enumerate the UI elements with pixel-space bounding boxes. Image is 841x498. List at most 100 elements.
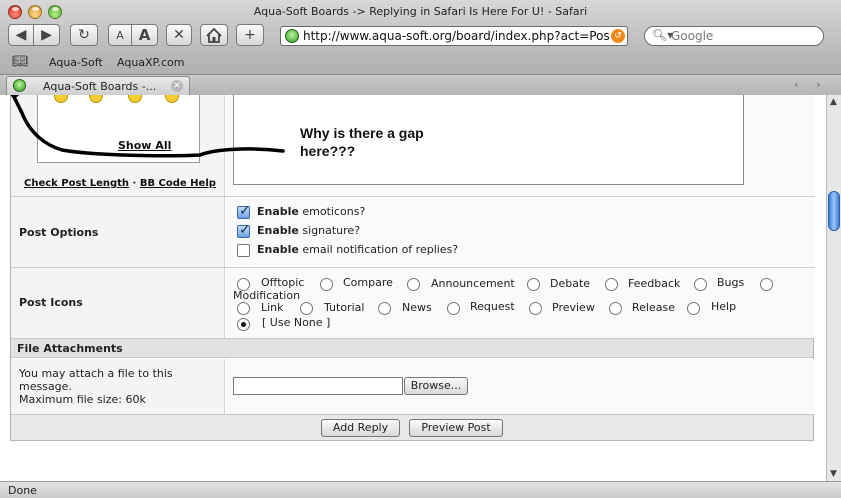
- check-post-length-link[interactable]: Check Post Length: [24, 178, 129, 189]
- tab-bar: Aqua-Soft Boards -... ✕ ‹ ›: [0, 74, 841, 95]
- status-bar: Done: [0, 481, 841, 498]
- page-content: Show All Check Post Length · BB Code Hel…: [0, 95, 826, 481]
- status-text: Done: [8, 484, 37, 497]
- add-bookmark-button[interactable]: +: [236, 24, 264, 46]
- vertical-scrollbar[interactable]: ▲ ▼: [826, 95, 841, 481]
- tab-close-icon[interactable]: ✕: [171, 80, 183, 92]
- post-icons-label: Post Icons: [19, 296, 83, 309]
- address-url[interactable]: http://www.aqua-soft.org/board/index.php…: [303, 29, 609, 43]
- scroll-up-icon[interactable]: ▲: [830, 97, 837, 107]
- email-notification-checkbox[interactable]: [237, 244, 250, 257]
- file-path-input[interactable]: [233, 377, 403, 395]
- text-smaller-button[interactable]: A: [108, 24, 132, 46]
- reload-button[interactable]: ↻: [70, 24, 98, 46]
- post-icon-label-announcement: Announcement: [431, 277, 515, 290]
- enable-signature-checkbox[interactable]: [237, 222, 251, 238]
- post-help-links: Check Post Length · BB Code Help: [24, 178, 216, 189]
- bbcode-help-link[interactable]: BB Code Help: [140, 178, 216, 189]
- post-icon-label-help: Help: [711, 300, 737, 313]
- search-placeholder: Google: [671, 29, 714, 43]
- post-icon-radio-modification[interactable]: [760, 278, 773, 291]
- reload-icon: ↻: [78, 27, 90, 43]
- post-icon-label-news: News: [402, 301, 432, 314]
- site-favicon-icon: [285, 29, 299, 43]
- scrollbar-thumb[interactable]: [828, 191, 840, 231]
- file-attachments-title: File Attachments: [17, 342, 123, 355]
- back-arrow-icon: ◀: [15, 27, 27, 43]
- post-icon-label-debate: Debate: [550, 277, 591, 290]
- annotation-note: Why is there a gap here???: [300, 125, 424, 159]
- post-options-label-cell: Post Options: [11, 197, 225, 267]
- close-window-button[interactable]: [8, 5, 22, 19]
- smiley-icon[interactable]: [89, 95, 103, 103]
- bookmark-aqua-soft[interactable]: Aqua-Soft: [49, 56, 103, 69]
- tab-scroll-right-icon[interactable]: ›: [816, 78, 820, 91]
- link-separator: ·: [132, 178, 137, 189]
- open-book-icon[interactable]: 📖︎: [12, 54, 29, 69]
- stop-icon: ✕: [173, 27, 185, 43]
- add-reply-button[interactable]: Add Reply: [321, 419, 400, 437]
- post-icon-label-link: Link: [261, 301, 284, 314]
- smiley-icon[interactable]: [54, 95, 68, 103]
- post-icon-radio-release[interactable]: [609, 302, 622, 315]
- zoom-window-button[interactable]: [48, 5, 62, 19]
- smiley-icon[interactable]: [128, 95, 142, 103]
- attachment-desc-line: message.: [19, 380, 72, 393]
- post-icon-label-request: Request: [470, 300, 515, 313]
- browse-button[interactable]: Browse...: [404, 377, 468, 395]
- post-icon-radio-tutorial[interactable]: [300, 302, 313, 315]
- post-icon-radio-bugs[interactable]: [694, 278, 707, 291]
- emoticon-box: Show All: [37, 95, 200, 163]
- post-icon-label-tutorial: Tutorial: [324, 301, 365, 314]
- tab-favicon-icon: [13, 79, 26, 92]
- tab-aqua-soft-boards[interactable]: Aqua-Soft Boards -... ✕: [6, 76, 190, 95]
- minimize-window-button[interactable]: [28, 5, 42, 19]
- post-icon-label-release: Release: [632, 301, 675, 314]
- enable-emoticons-checkbox[interactable]: [237, 203, 251, 219]
- window-chrome: Aqua-Soft Boards -> Replying in Safari I…: [0, 0, 841, 95]
- scroll-down-icon[interactable]: ▼: [830, 469, 837, 479]
- bookmarks-bar: 📖︎ Aqua-Soft AquaXP.com: [0, 52, 841, 74]
- plus-icon: +: [244, 27, 256, 43]
- post-icon-radio-feedback[interactable]: [605, 278, 618, 291]
- post-icon-label-offtopic: Offtopic: [261, 276, 305, 289]
- address-bar[interactable]: http://www.aqua-soft.org/board/index.php…: [280, 26, 628, 46]
- post-icon-radio-news[interactable]: [378, 302, 391, 315]
- enable-emoticons-label: Enable emoticons?: [257, 205, 366, 218]
- post-icon-radio-help[interactable]: [687, 302, 700, 315]
- attachment-description: You may attach a file to this message. M…: [19, 367, 219, 406]
- enable-signature-label: Enable signature?: [257, 224, 361, 237]
- post-icon-radio-request[interactable]: [447, 302, 460, 315]
- post-icon-radio-debate[interactable]: [527, 278, 540, 291]
- post-icon-radio-compare[interactable]: [320, 278, 333, 291]
- post-icon-radio-use-none[interactable]: [237, 318, 250, 331]
- post-icon-radio-link[interactable]: [237, 302, 250, 315]
- show-all-emoticons-link[interactable]: Show All: [118, 139, 171, 152]
- stop-button[interactable]: ✕: [166, 24, 192, 46]
- preview-post-button[interactable]: Preview Post: [409, 419, 503, 437]
- post-icon-radio-announcement[interactable]: [407, 278, 420, 291]
- attachment-desc-line: You may attach a file to this: [19, 367, 173, 380]
- email-notification-label: Enable email notification of replies?: [257, 243, 459, 256]
- smiley-icon[interactable]: [165, 95, 179, 103]
- back-button[interactable]: ◀: [8, 24, 34, 46]
- forward-arrow-icon: ▶: [41, 27, 52, 43]
- post-icon-label-bugs: Bugs: [717, 276, 745, 289]
- home-button[interactable]: [200, 24, 228, 46]
- tab-scroll-left-icon[interactable]: ‹: [794, 78, 798, 91]
- tab-title: Aqua-Soft Boards -...: [43, 80, 157, 93]
- post-icon-label-feedback: Feedback: [628, 277, 681, 290]
- post-icon-label-compare: Compare: [343, 276, 393, 289]
- home-icon: [206, 27, 222, 43]
- text-bigger-button[interactable]: A: [132, 24, 158, 46]
- attachment-max-size: Maximum file size: 60k: [19, 393, 146, 406]
- file-attachments-header: File Attachments: [11, 338, 813, 358]
- bookmark-aquaxp[interactable]: AquaXP.com: [117, 56, 184, 69]
- forward-button[interactable]: ▶: [34, 24, 60, 46]
- snapback-icon[interactable]: ↺: [611, 29, 625, 43]
- window-title: Aqua-Soft Boards -> Replying in Safari I…: [253, 5, 588, 18]
- post-options-label: Post Options: [19, 226, 99, 239]
- post-icon-radio-preview[interactable]: [529, 302, 542, 315]
- post-icon-label-use-none: [ Use None ]: [262, 316, 331, 329]
- search-field[interactable]: 🔍︎▾ Google: [644, 26, 824, 46]
